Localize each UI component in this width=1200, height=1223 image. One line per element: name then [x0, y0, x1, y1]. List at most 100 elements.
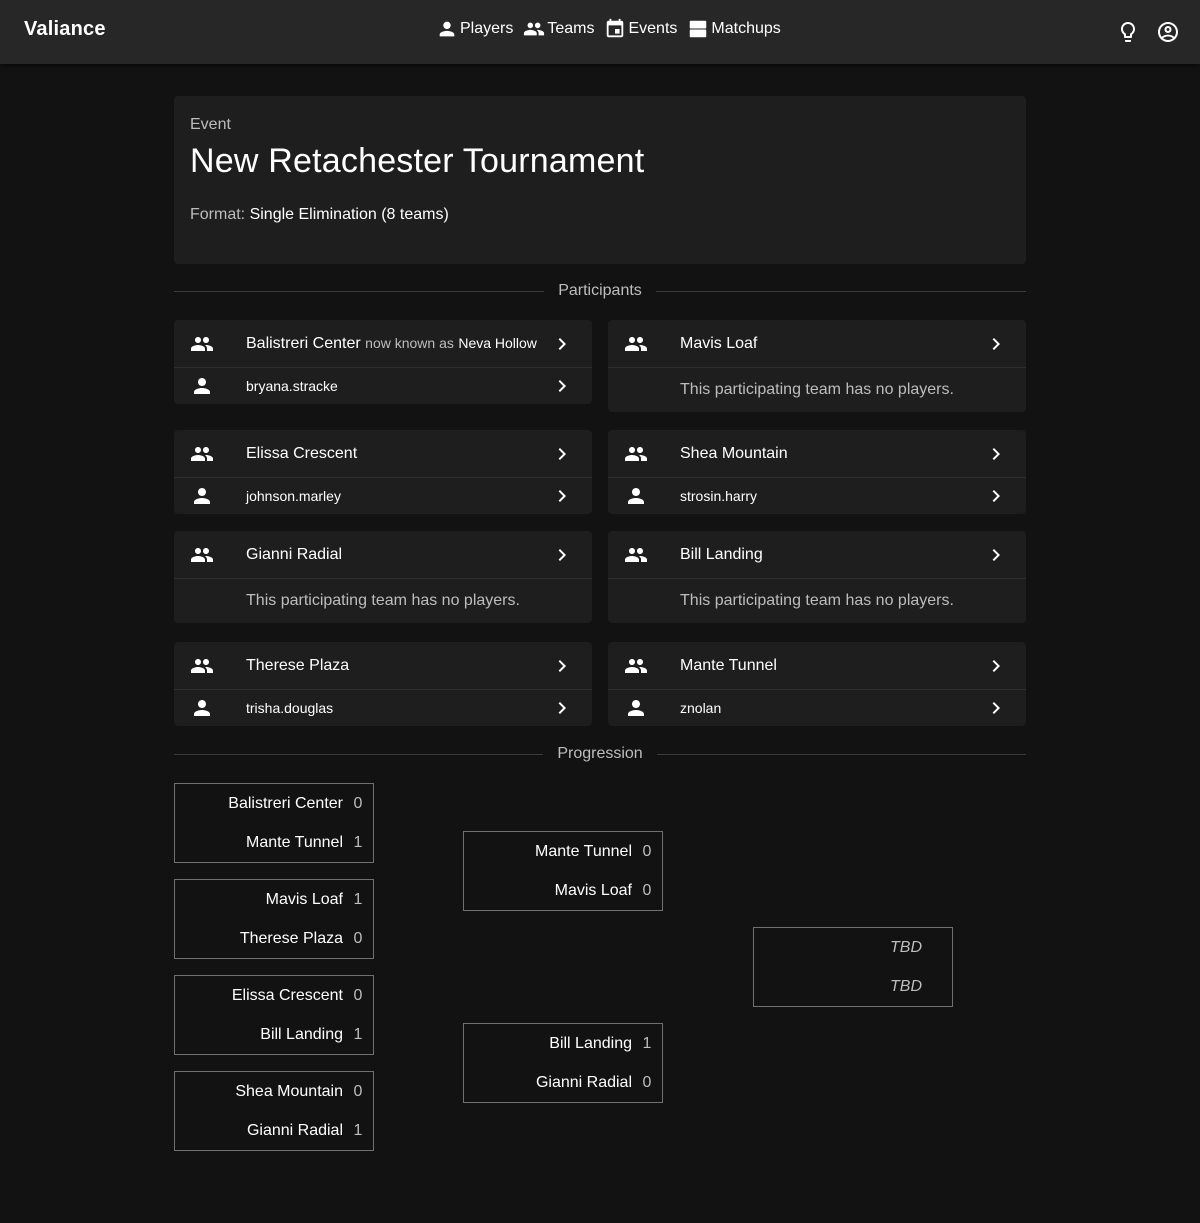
team-row[interactable]: Mante Tunnel: [608, 642, 1026, 690]
chevron-right-icon: [984, 696, 1008, 720]
matchup-entry: Mante Tunnel 0: [535, 842, 652, 862]
aka-label: now known as: [365, 334, 454, 351]
matchup-entry: Bill Landing 1: [549, 1034, 652, 1054]
chevron-right-icon: [984, 484, 1008, 508]
matchup-card[interactable]: Mavis Loaf 1 Therese Plaza 0: [174, 879, 374, 959]
nav-players[interactable]: Players: [436, 18, 513, 40]
matchup-entry: Shea Mountain 0: [235, 1082, 363, 1102]
person-icon: [190, 484, 214, 508]
appbar-actions: [1116, 20, 1180, 44]
score: 0: [353, 1083, 363, 1100]
nav-events[interactable]: Events: [604, 18, 677, 40]
team-name: Elissa Crescent: [231, 987, 343, 1004]
team-name: Gianni Radial: [246, 1122, 343, 1139]
matchup-entry: Therese Plaza 0: [240, 929, 363, 949]
score: 0: [642, 882, 652, 899]
player-name: trisha.douglas: [246, 700, 334, 716]
score: 0: [353, 987, 363, 1004]
team-name: Elissa Crescent: [246, 444, 358, 462]
team-name: Balistreri Center: [228, 795, 343, 812]
player-row[interactable]: trisha.douglas: [174, 690, 592, 726]
team-row[interactable]: Therese Plaza: [174, 642, 592, 690]
app-logo[interactable]: Valiance: [24, 18, 106, 41]
team-row[interactable]: Shea Mountain: [608, 430, 1026, 478]
participant-card: Balistreri Center now known as Neva Holl…: [174, 320, 592, 404]
chevron-right-icon: [550, 484, 574, 508]
chevron-right-icon: [984, 442, 1008, 466]
matchup-card[interactable]: TBD TBD: [753, 927, 953, 1007]
person-icon: [624, 484, 648, 508]
player-row[interactable]: johnson.marley: [174, 478, 592, 514]
player-name: znolan: [680, 700, 722, 716]
chevron-right-icon: [984, 332, 1008, 356]
matchup-card[interactable]: Mante Tunnel 0 Mavis Loaf 0: [463, 831, 663, 911]
player-name: johnson.marley: [246, 488, 341, 504]
participants-divider: Participants: [174, 280, 1026, 302]
aka-name: Neva Hollow: [458, 334, 537, 351]
team-row[interactable]: Bill Landing: [608, 531, 1026, 579]
page-title: New Retachester Tournament: [190, 142, 645, 180]
participant-card: Elissa Crescent johnson.marley: [174, 430, 592, 514]
participant-card: Shea Mountain strosin.harry: [608, 430, 1026, 514]
account-button[interactable]: [1156, 20, 1180, 44]
participant-card: Gianni Radial This participating team ha…: [174, 531, 592, 623]
person-icon: [190, 696, 214, 720]
person-icon: [624, 696, 648, 720]
group-icon: [190, 332, 214, 356]
player-row[interactable]: znolan: [608, 690, 1026, 726]
matchup-entry: Gianni Radial 0: [536, 1073, 652, 1093]
score: 0: [353, 795, 363, 812]
team-name: Shea Mountain: [235, 1083, 343, 1100]
score: 1: [642, 1035, 652, 1052]
nav-events-label: Events: [628, 20, 678, 37]
team-row[interactable]: Elissa Crescent: [174, 430, 592, 478]
player-row[interactable]: strosin.harry: [608, 478, 1026, 514]
event-format: Format: Single Elimination (8 teams): [190, 206, 449, 224]
matchup-card[interactable]: Bill Landing 1 Gianni Radial 0: [463, 1023, 663, 1103]
matchup-entry: Mante Tunnel 1: [246, 833, 363, 853]
team-row[interactable]: Balistreri Center now known as Neva Holl…: [174, 320, 592, 368]
team-name: Mavis Loaf: [680, 334, 758, 352]
matchup-entry: TBD: [890, 977, 942, 997]
chevron-right-icon: [550, 654, 574, 678]
team-name: Balistreri Center now known as Neva Holl…: [246, 334, 537, 352]
person-icon: [190, 374, 214, 398]
matchup-entry: Bill Landing 1: [260, 1025, 363, 1045]
event-card: Event New Retachester Tournament Format:…: [174, 96, 1026, 264]
matchup-entry: TBD: [890, 938, 942, 958]
nav-teams[interactable]: Teams: [523, 18, 594, 40]
team-row[interactable]: Gianni Radial: [174, 531, 592, 579]
matchup-card[interactable]: Elissa Crescent 0 Bill Landing 1: [174, 975, 374, 1055]
theme-toggle-button[interactable]: [1116, 20, 1140, 44]
score: 0: [642, 1074, 652, 1091]
matchup-entry: Gianni Radial 1: [247, 1121, 363, 1141]
participant-card: Mavis Loaf This participating team has n…: [608, 320, 1026, 412]
chevron-right-icon: [550, 543, 574, 567]
team-name: Shea Mountain: [680, 444, 788, 462]
chevron-right-icon: [550, 374, 574, 398]
participants-heading: Participants: [558, 282, 642, 299]
chevron-right-icon: [550, 332, 574, 356]
matchup-card[interactable]: Shea Mountain 0 Gianni Radial 1: [174, 1071, 374, 1151]
team-row[interactable]: Mavis Loaf: [608, 320, 1026, 368]
group-icon: [190, 442, 214, 466]
team-name: Therese Plaza: [246, 656, 350, 674]
player-name: bryana.stracke: [246, 378, 338, 394]
tbd-label: TBD: [890, 978, 922, 995]
player-row[interactable]: bryana.stracke: [174, 368, 592, 404]
nav-teams-label: Teams: [547, 20, 595, 37]
score: 1: [353, 891, 363, 908]
no-players-message: This participating team has no players.: [246, 592, 520, 609]
format-label: Format:: [190, 206, 246, 223]
tbd-label: TBD: [890, 939, 922, 956]
progression-heading: Progression: [557, 745, 643, 762]
team-name: Mavis Loaf: [554, 882, 632, 899]
group-icon: [190, 543, 214, 567]
nav-players-label: Players: [460, 20, 514, 37]
team-name: Mante Tunnel: [246, 834, 343, 851]
participant-card: Mante Tunnel znolan: [608, 642, 1026, 726]
no-players-message: This participating team has no players.: [680, 381, 954, 398]
nav-matchups[interactable]: Matchups: [687, 18, 781, 40]
calendar-icon: [607, 18, 624, 38]
matchup-card[interactable]: Balistreri Center 0 Mante Tunnel 1: [174, 783, 374, 863]
